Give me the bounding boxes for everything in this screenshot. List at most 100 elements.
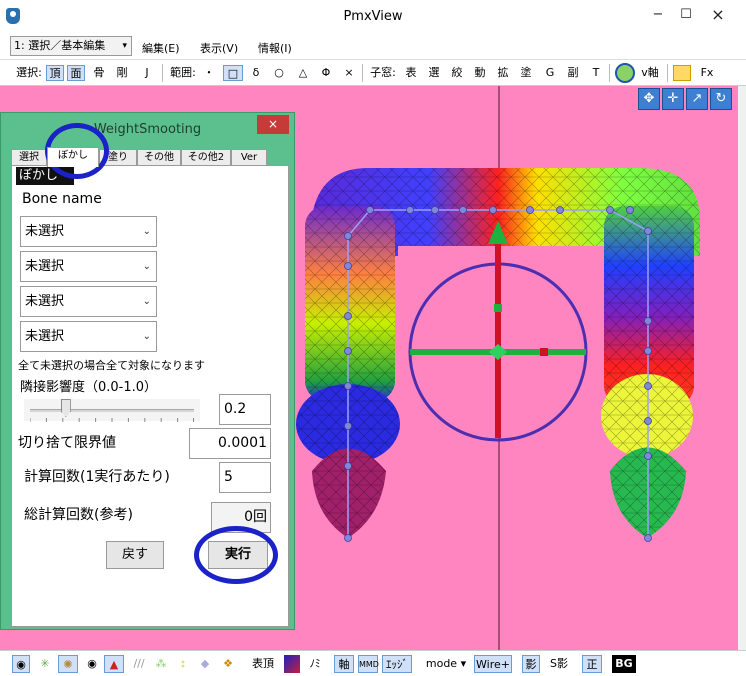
pan-icon[interactable]: ✥ — [638, 88, 660, 110]
mmd-toggle[interactable]: MMD — [358, 655, 379, 673]
joint-display-icon[interactable]: ⦂ — [176, 655, 190, 673]
subwin-move-button[interactable]: 動 — [472, 65, 488, 81]
bone-select-1[interactable]: 未選択 ⌄ — [20, 216, 157, 247]
slider-ticks — [30, 418, 194, 422]
no-only-toggle[interactable]: ﾉﾐ — [306, 655, 324, 673]
show-vertex-label[interactable]: 表頂 — [248, 655, 278, 673]
range-rect-button[interactable]: □ — [223, 65, 243, 81]
triangle-display-icon[interactable]: ▲ — [104, 655, 124, 673]
tab-other[interactable]: その他 — [137, 149, 181, 166]
iterations-label: 計算回数(1実行あたり) — [24, 469, 170, 485]
subwin-table-button[interactable]: 表 — [403, 65, 419, 81]
axis-toggle[interactable]: 軸 — [334, 655, 354, 673]
dialog-title-bar[interactable]: WeightSmooting × — [1, 113, 294, 143]
move-icon[interactable]: ✛ — [662, 88, 684, 110]
edge-toggle[interactable]: ｴｯｼﾞ — [382, 655, 412, 673]
rigid-display-icon[interactable]: ⁂ — [152, 655, 170, 673]
cutoff-input[interactable]: 0.0001 — [189, 428, 271, 459]
subwin-sub-button[interactable]: 副 — [565, 65, 581, 81]
morph-display-icon[interactable]: ❖ — [220, 655, 236, 673]
viewport-scrollbar[interactable] — [738, 86, 746, 650]
color-swatch-icon[interactable] — [284, 655, 300, 673]
window-title: PmxView — [343, 9, 403, 24]
all-target-note: 全て未選択の場合全て対象になります — [18, 359, 205, 372]
wire-plus-toggle[interactable]: Wire+ — [474, 655, 512, 673]
menu-view[interactable]: 表示(V) — [200, 40, 238, 56]
tab-other2[interactable]: その他2 — [181, 149, 231, 166]
rotate-icon[interactable]: ↻ — [710, 88, 732, 110]
subwin-scale-button[interactable]: 拡 — [495, 65, 511, 81]
tab-blur[interactable]: ぼかし — [47, 147, 99, 167]
select-rigid-button[interactable]: 剛 — [114, 65, 130, 81]
weight-display-icon[interactable]: ✳ — [36, 655, 54, 673]
toolbar-divider — [162, 64, 163, 82]
maximize-button[interactable]: ☐ — [673, 6, 699, 24]
zoom-icon[interactable]: ↗ — [686, 88, 708, 110]
range-clear-button[interactable]: × — [342, 65, 356, 81]
adjacent-influence-slider[interactable] — [24, 399, 200, 422]
dialog-close-button[interactable]: × — [257, 115, 289, 134]
title-bar: PmxView − ☐ × — [0, 0, 746, 32]
bone-display-icon[interactable]: ✺ — [58, 655, 78, 673]
mode-dropdown[interactable]: mode ▾ — [422, 655, 470, 673]
tab-select[interactable]: 選択 — [11, 149, 47, 166]
iterations-input[interactable]: 5 — [219, 462, 271, 493]
toolbar-divider — [609, 64, 610, 82]
subwin-select-button[interactable]: 選 — [426, 65, 442, 81]
toolbar-divider — [362, 64, 363, 82]
chevron-down-icon: ⌄ — [142, 296, 151, 307]
menu-edit[interactable]: 編集(E) — [142, 40, 180, 56]
chevron-down-icon: ▾ — [122, 41, 127, 51]
subwin-t-button[interactable]: T — [589, 65, 603, 81]
dialog-tabs: 選択 ぼかし 塗り その他 その他2 Ver — [11, 147, 289, 167]
target-icon[interactable] — [615, 63, 635, 83]
select-vertex-button[interactable]: 頂 — [46, 65, 64, 81]
shadow-toggle[interactable]: 影 — [522, 655, 540, 673]
chevron-down-icon: ▾ — [460, 657, 467, 670]
chevron-down-icon: ⌄ — [142, 261, 151, 272]
grid-icon[interactable] — [673, 65, 691, 81]
wire-display-icon[interactable]: /// — [130, 655, 148, 673]
positive-toggle[interactable]: 正 — [582, 655, 602, 673]
adjacent-influence-input[interactable]: 0.2 — [219, 394, 271, 425]
bone-name-label: Bone name — [22, 191, 102, 207]
tab-version[interactable]: Ver — [231, 149, 267, 166]
select-face-button[interactable]: 面 — [67, 65, 85, 81]
v-axis-button[interactable]: v軸 — [638, 65, 662, 81]
range-circle-button[interactable]: ○ — [272, 65, 286, 81]
select-joint-button[interactable]: J — [140, 65, 154, 81]
adjacent-influence-label: 隣接影響度（0.0-1.0） — [20, 380, 158, 395]
vertex-display-icon[interactable]: ◉ — [12, 655, 30, 673]
range-triangle-button[interactable]: △ — [296, 65, 310, 81]
point-display-icon[interactable]: ◉ — [84, 655, 100, 673]
menu-info[interactable]: 情報(I) — [258, 40, 292, 56]
range-delta-button[interactable]: δ — [249, 65, 263, 81]
total-iterations-label: 総計算回数(参考) — [24, 507, 133, 523]
self-shadow-toggle[interactable]: S影 — [546, 655, 572, 673]
revert-button[interactable]: 戻す — [106, 541, 164, 569]
mode-select[interactable]: 1: 選択／基本編集 ▾ — [10, 36, 132, 56]
mode-label: mode — [425, 657, 458, 670]
bone-select-2[interactable]: 未選択 ⌄ — [20, 251, 157, 282]
close-button[interactable]: × — [705, 6, 731, 24]
chevron-down-icon: ⌄ — [142, 226, 151, 237]
select-label: 選択: — [16, 66, 42, 79]
subwindow-label: 子窓: — [370, 66, 396, 79]
subwin-paint-button[interactable]: 塗 — [518, 65, 534, 81]
bone-select-3[interactable]: 未選択 ⌄ — [20, 286, 157, 317]
chevron-down-icon: ⌄ — [142, 331, 151, 342]
bone-select-value: 未選択 — [25, 329, 65, 344]
range-point-button[interactable]: ・ — [202, 65, 216, 81]
soft-display-icon[interactable]: ◆ — [198, 655, 212, 673]
bone-select-4[interactable]: 未選択 ⌄ — [20, 321, 157, 352]
menu-bar: 1: 選択／基本編集 ▾ 編集(E) 表示(V) 情報(I) — [0, 32, 746, 60]
subwin-g-button[interactable]: G — [543, 65, 557, 81]
fx-button[interactable]: Fx — [697, 65, 717, 81]
select-bone-button[interactable]: 骨 — [91, 65, 107, 81]
minimize-button[interactable]: − — [645, 6, 671, 24]
range-phi-button[interactable]: Φ — [319, 65, 333, 81]
subwin-filter-button[interactable]: 絞 — [449, 65, 465, 81]
bg-toggle[interactable]: BG — [612, 655, 636, 673]
slider-thumb[interactable] — [60, 399, 71, 417]
bone-select-value: 未選択 — [25, 224, 65, 239]
